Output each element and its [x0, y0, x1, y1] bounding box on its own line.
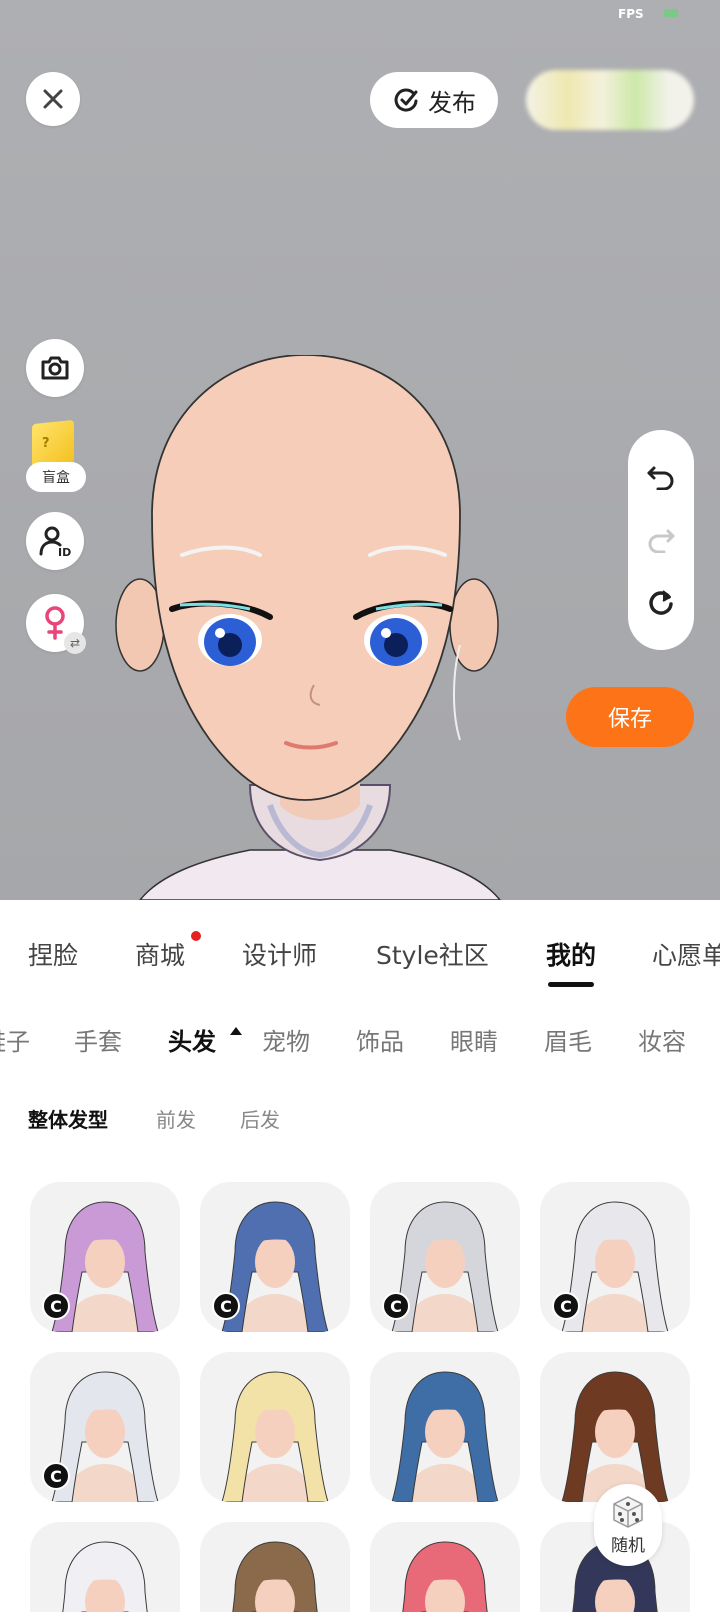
category-shoes[interactable]: 鞋子 — [0, 1022, 30, 1057]
creator-badge-icon: C — [552, 1292, 580, 1320]
swap-icon: ⇄ — [64, 632, 86, 654]
hair-item-blue-bob-hair[interactable] — [370, 1352, 520, 1502]
tab-face[interactable]: 捏脸 — [28, 936, 78, 972]
history-panel — [628, 430, 694, 650]
blurred-account-pill[interactable] — [526, 70, 694, 130]
tab-wishlist[interactable]: 心愿单 — [652, 936, 720, 972]
question-mark-icon: ? — [42, 436, 50, 451]
avatar-preview[interactable]: FPS 发布 ? 盲盒 ID ⇄ 保存 — [0, 0, 720, 900]
user-id-icon: ID — [39, 526, 71, 558]
hair-item-brown-bob-red-headband[interactable] — [540, 1352, 690, 1502]
save-button[interactable]: 保存 — [566, 687, 694, 747]
close-icon — [43, 89, 63, 109]
camera-button[interactable] — [26, 339, 84, 397]
hair-item-brown-curly-hair[interactable] — [200, 1522, 350, 1612]
hair-item-white-hair-cat-beanie[interactable]: C — [30, 1352, 180, 1502]
creator-badge-icon: C — [382, 1292, 410, 1320]
subcategory-full-hairstyle[interactable]: 整体发型 — [28, 1104, 108, 1133]
fps-label: FPS — [618, 7, 644, 21]
hair-thumbnail-icon — [402, 1541, 488, 1612]
active-tab-indicator — [548, 982, 594, 987]
subcategory-front-hair[interactable]: 前发 — [156, 1104, 196, 1133]
category-makeup[interactable]: 妆容 — [638, 1022, 686, 1057]
redo-icon[interactable] — [646, 525, 676, 553]
fps-indicator — [664, 9, 678, 17]
tab-shop[interactable]: 商城 — [135, 936, 185, 972]
subcategory-back-hair[interactable]: 后发 — [240, 1104, 280, 1133]
creator-badge-icon: C — [42, 1462, 70, 1490]
tab-designer[interactable]: 设计师 — [242, 936, 317, 972]
camera-icon — [41, 356, 69, 380]
hair-thumbnail-icon — [221, 1371, 329, 1502]
blindbox-label: 盲盒 — [26, 462, 86, 492]
undo-icon[interactable] — [646, 462, 676, 490]
hair-thumbnail-icon — [391, 1371, 499, 1502]
tab-style-community[interactable]: Style社区 — [376, 936, 489, 972]
random-label: 随机 — [611, 1535, 645, 1556]
avatar-model — [115, 355, 501, 900]
category-hair[interactable]: 头发 — [168, 1022, 216, 1057]
creator-badge-icon: C — [42, 1292, 70, 1320]
hair-item-purple-wavy-hair[interactable]: C — [30, 1182, 180, 1332]
publish-button[interactable]: 发布 — [370, 72, 498, 128]
hair-item-blue-long-hair-cat-ears[interactable]: C — [200, 1182, 350, 1332]
category-pet[interactable]: 宠物 — [262, 1022, 310, 1057]
main-tabs: 捏脸 商城 设计师 Style社区 我的 心愿单 — [0, 900, 720, 996]
random-button[interactable]: 随机 — [594, 1484, 662, 1566]
close-button[interactable] — [26, 72, 80, 126]
reset-icon[interactable] — [646, 588, 676, 618]
hair-item-silver-braid-hair[interactable]: C — [370, 1182, 520, 1332]
creator-badge-icon: C — [212, 1292, 240, 1320]
category-accessories[interactable]: 饰品 — [356, 1022, 404, 1057]
female-icon — [45, 606, 65, 640]
svg-text:ID: ID — [58, 546, 71, 558]
dice-icon — [613, 1495, 643, 1528]
hair-item-white-hair-pink-horns[interactable] — [30, 1522, 180, 1612]
hair-item-white-maid-hair[interactable]: C — [540, 1182, 690, 1332]
tab-mine[interactable]: 我的 — [546, 936, 596, 972]
category-eyes[interactable]: 眼睛 — [450, 1022, 498, 1057]
hair-item-blonde-bunny-ears-hair[interactable] — [200, 1352, 350, 1502]
hair-thumbnail-icon — [62, 1541, 148, 1612]
hair-thumbnail-icon — [561, 1371, 669, 1502]
publish-label: 发布 — [428, 88, 476, 117]
blindbox-button[interactable]: ? 盲盒 — [26, 418, 86, 492]
publish-icon — [394, 88, 418, 112]
hair-item-pink-hair-tiara[interactable] — [370, 1522, 520, 1612]
caret-up-icon — [230, 1027, 242, 1035]
category-eyebrows[interactable]: 眉毛 — [544, 1022, 592, 1057]
category-gloves[interactable]: 手套 — [74, 1022, 122, 1057]
gender-switch-button[interactable]: ⇄ — [26, 594, 86, 654]
blindbox-icon — [32, 419, 74, 469]
avatar-id-button[interactable]: ID — [26, 512, 84, 570]
hair-thumbnail-icon — [232, 1541, 318, 1612]
shop-badge-dot — [191, 931, 201, 941]
